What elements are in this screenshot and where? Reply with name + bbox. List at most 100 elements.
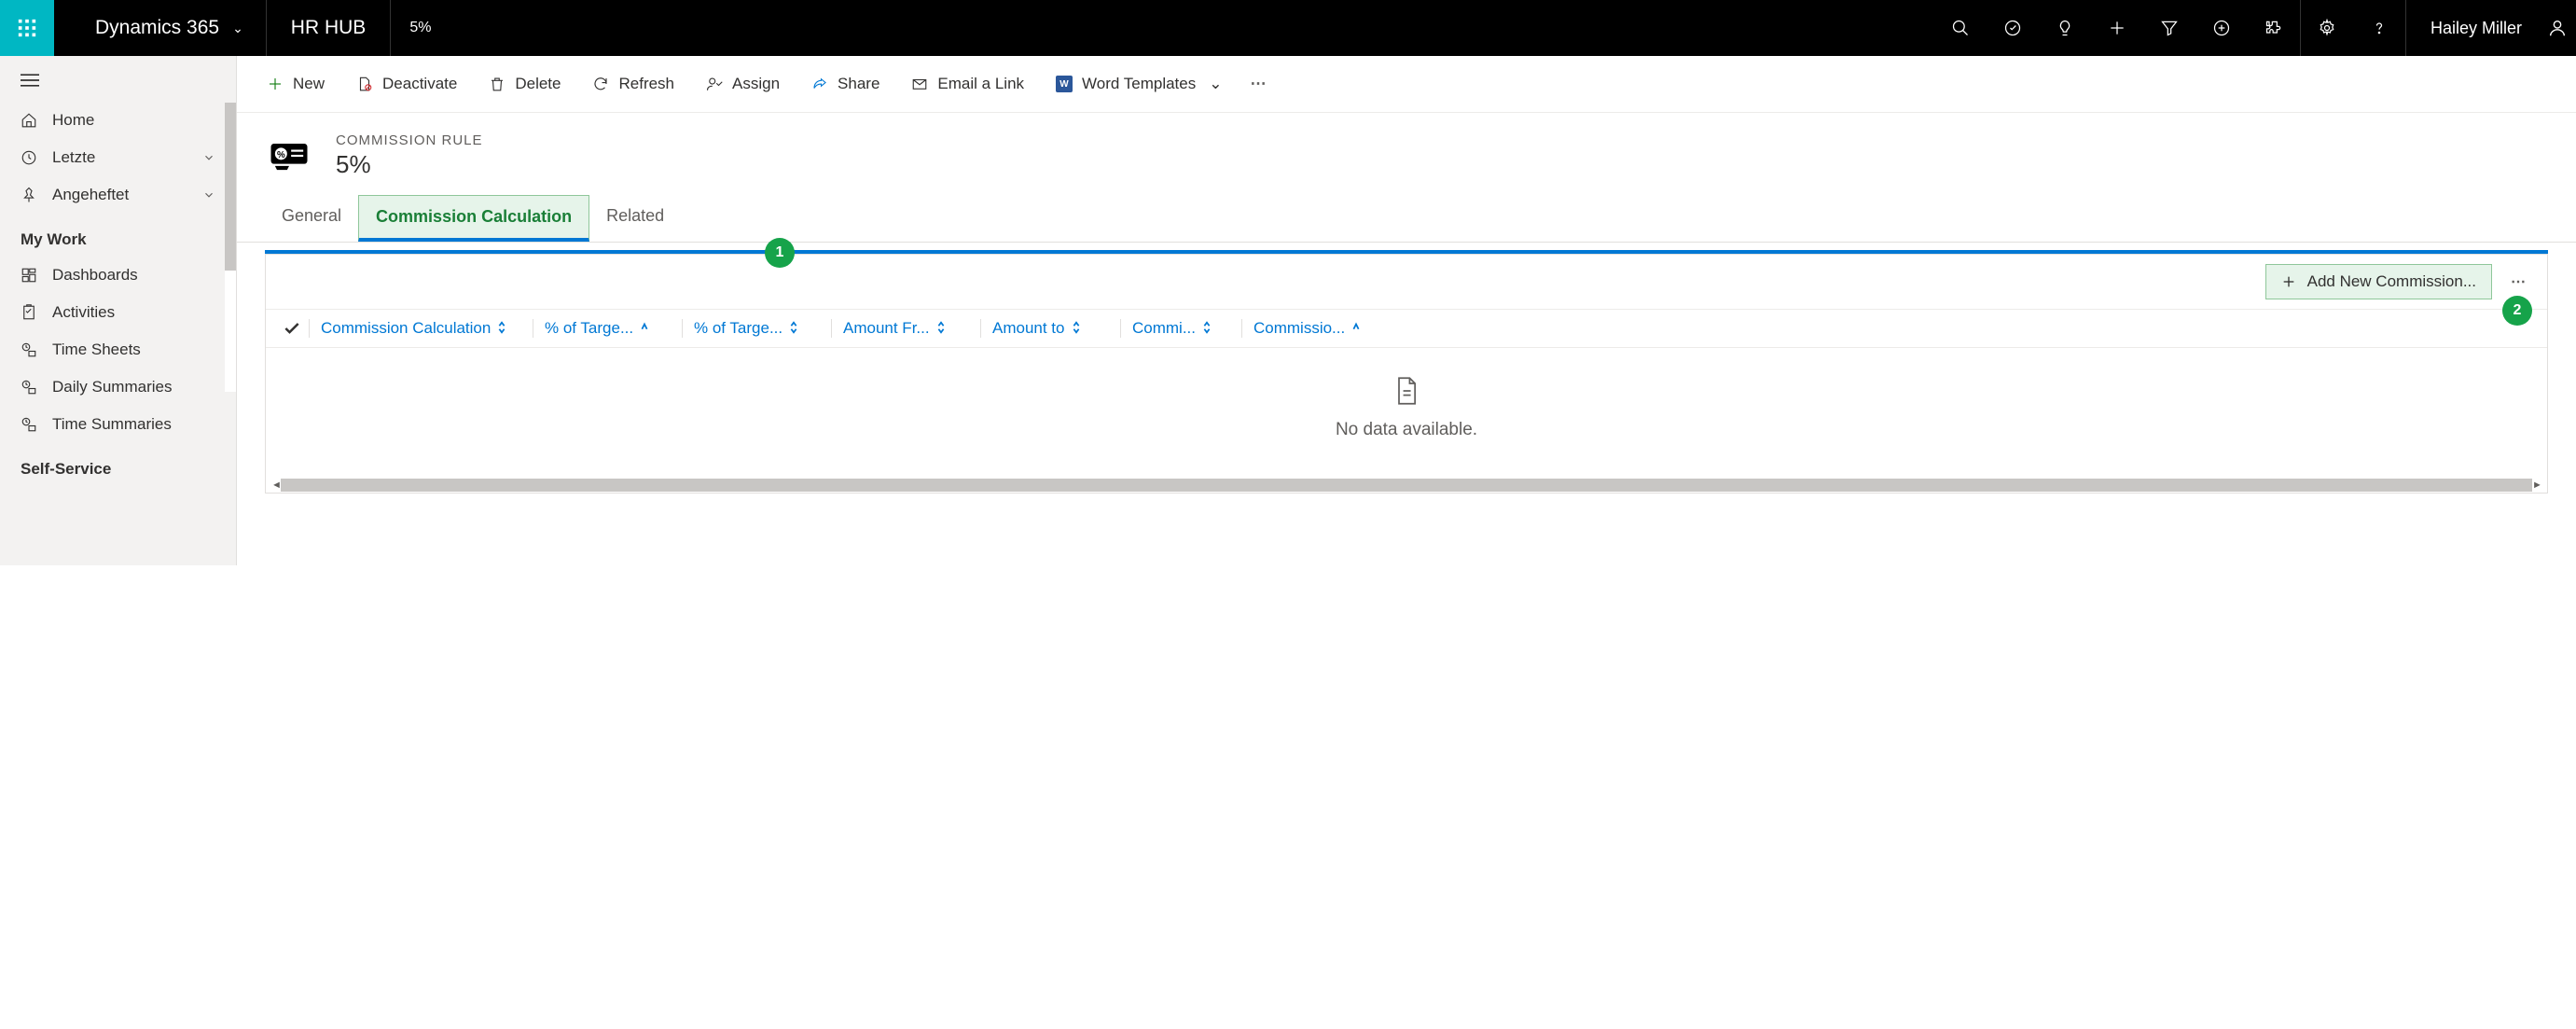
form-tabs: General Commission Calculation Related xyxy=(237,195,2576,243)
select-all-column[interactable] xyxy=(283,319,309,338)
scroll-right-arrow[interactable]: ► xyxy=(2532,480,2541,491)
breadcrumb-label: 5% xyxy=(409,20,431,36)
scroll-track[interactable] xyxy=(281,479,2532,492)
column-commission-long[interactable]: Commissio... xyxy=(1241,319,2530,338)
col-label: Commission Calculation xyxy=(321,319,491,338)
add-circle-button[interactable] xyxy=(2195,0,2248,56)
refresh-icon xyxy=(592,76,609,92)
tab-label: General xyxy=(282,206,341,225)
home-icon xyxy=(21,112,37,129)
user-name[interactable]: Hailey Miller xyxy=(2406,19,2539,38)
quick-create-button[interactable] xyxy=(2091,0,2143,56)
person-icon xyxy=(2547,18,2568,38)
chevron-down-icon: ⌄ xyxy=(232,21,243,36)
new-button[interactable]: New xyxy=(254,69,338,99)
extensions-button[interactable] xyxy=(2248,0,2300,56)
tab-general[interactable]: General xyxy=(265,195,358,242)
tab-related[interactable]: Related xyxy=(589,195,681,242)
task-button[interactable] xyxy=(1987,0,2039,56)
col-label: % of Targe... xyxy=(694,319,782,338)
empty-message: No data available. xyxy=(266,420,2547,440)
column-commission-calculation[interactable]: Commission Calculation xyxy=(309,319,533,338)
settings-button[interactable] xyxy=(2301,0,2353,56)
sidebar-item-dashboards[interactable]: Dashboards xyxy=(0,257,236,294)
lightbulb-icon xyxy=(2056,19,2074,37)
annotation-badge-2: 2 xyxy=(2502,296,2532,326)
plus-icon xyxy=(267,76,284,92)
daily-icon xyxy=(21,379,37,396)
help-button[interactable] xyxy=(2353,0,2405,56)
topbar-icons: Hailey Miller xyxy=(1934,0,2576,56)
subgrid-commission-calculation: Add New Commission... ⋯ 2 Commission Cal… xyxy=(265,254,2548,494)
sort-icon xyxy=(1071,321,1082,334)
subgrid-command-bar: Add New Commission... ⋯ 2 xyxy=(266,255,2547,309)
sort-icon xyxy=(1201,321,1212,334)
word-icon: W xyxy=(1056,76,1073,92)
sidebar-item-recent[interactable]: Letzte xyxy=(0,139,236,176)
column-amount-to[interactable]: Amount to xyxy=(980,319,1120,338)
plus-circle-icon xyxy=(2212,19,2231,37)
col-label: Commi... xyxy=(1132,319,1196,338)
breadcrumb-record[interactable]: 5% xyxy=(391,0,450,56)
deactivate-button[interactable]: Deactivate xyxy=(343,69,470,99)
refresh-button[interactable]: Refresh xyxy=(579,69,687,99)
assign-button[interactable]: Assign xyxy=(693,69,793,99)
chevron-down-icon xyxy=(202,151,215,164)
pin-icon xyxy=(21,187,37,203)
gear-icon xyxy=(2318,19,2336,37)
app-name[interactable]: HR HUB xyxy=(267,0,392,56)
sidebar-item-daily-summaries[interactable]: Daily Summaries xyxy=(0,368,236,406)
sidebar-item-activities[interactable]: Activities xyxy=(0,294,236,331)
more-commands-button[interactable]: ⋯ xyxy=(1241,69,1278,99)
app-launcher-button[interactable] xyxy=(0,0,54,56)
commission-rule-icon: % xyxy=(265,132,313,180)
sidebar-scrollbar-thumb[interactable] xyxy=(225,103,236,271)
chevron-down-icon xyxy=(202,188,215,202)
document-icon xyxy=(1393,376,1420,406)
clipboard-icon xyxy=(21,304,37,321)
col-label: Commissio... xyxy=(1253,319,1345,338)
plus-icon xyxy=(2108,19,2126,37)
sidebar-item-home[interactable]: Home xyxy=(0,102,236,139)
email-icon xyxy=(911,76,928,92)
sidebar-toggle[interactable] xyxy=(0,56,236,102)
tab-commission-calculation[interactable]: Commission Calculation xyxy=(358,195,589,242)
column-percent-target-to[interactable]: % of Targe... xyxy=(682,319,831,338)
sidebar-item-timesheets[interactable]: Time Sheets xyxy=(0,331,236,368)
sidebar-item-label: Time Summaries xyxy=(52,415,172,434)
chevron-down-icon: ⌄ xyxy=(1209,75,1222,93)
sidebar-item-label: Daily Summaries xyxy=(52,378,172,396)
email-link-button[interactable]: Email a Link xyxy=(898,69,1037,99)
assign-icon xyxy=(706,76,723,92)
add-new-commission-button[interactable]: Add New Commission... xyxy=(2265,264,2492,299)
search-button[interactable] xyxy=(1934,0,1987,56)
cmd-label: Email a Link xyxy=(937,75,1024,93)
top-navbar: Dynamics 365 ⌄ HR HUB 5% Hailey Miller xyxy=(0,0,2576,56)
brand-dropdown[interactable]: Dynamics 365 ⌄ xyxy=(54,0,267,56)
scroll-left-arrow[interactable]: ◄ xyxy=(271,480,281,491)
sort-up-icon xyxy=(1350,321,1362,334)
share-button[interactable]: Share xyxy=(798,69,893,99)
delete-button[interactable]: Delete xyxy=(476,69,574,99)
sidebar-item-label: Dashboards xyxy=(52,266,138,285)
command-bar: New Deactivate Delete Refresh Assign Sha… xyxy=(237,56,2576,113)
hamburger-icon xyxy=(21,73,39,88)
subgrid-more-button[interactable]: ⋯ xyxy=(2505,272,2534,291)
column-percent-target-from[interactable]: % of Targe... xyxy=(533,319,682,338)
sort-icon xyxy=(788,321,799,334)
sidebar-item-label: Angeheftet xyxy=(52,186,129,204)
user-avatar[interactable] xyxy=(2539,18,2576,38)
sidebar-item-label: Letzte xyxy=(52,148,95,167)
record-name: 5% xyxy=(336,150,483,179)
sidebar-item-label: Activities xyxy=(52,303,115,322)
filter-button[interactable] xyxy=(2143,0,2195,56)
deactivate-icon xyxy=(356,76,373,92)
sidebar-item-pinned[interactable]: Angeheftet xyxy=(0,176,236,214)
sidebar: Home Letzte Angeheftet My Work Dashboard… xyxy=(0,56,237,565)
column-amount-from[interactable]: Amount Fr... xyxy=(831,319,980,338)
column-commission-short[interactable]: Commi... xyxy=(1120,319,1241,338)
word-templates-button[interactable]: W Word Templates ⌄ xyxy=(1043,69,1235,99)
sidebar-item-time-summaries[interactable]: Time Summaries xyxy=(0,406,236,443)
assistant-button[interactable] xyxy=(2039,0,2091,56)
horizontal-scrollbar[interactable]: ◄ ► xyxy=(266,478,2547,493)
